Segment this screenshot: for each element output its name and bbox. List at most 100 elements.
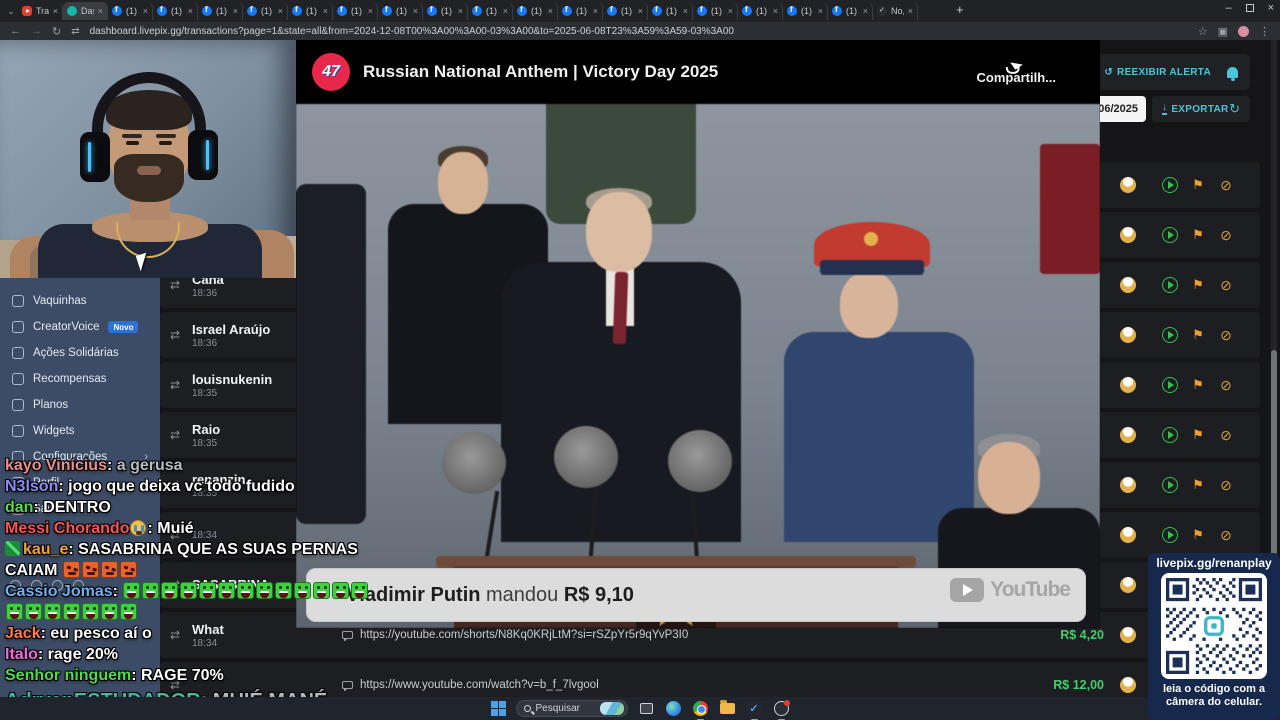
tip-coin-icon[interactable] — [1120, 227, 1136, 243]
block-icon[interactable]: ⊘ — [1218, 527, 1234, 543]
video-title[interactable]: Russian National Anthem | Victory Day 20… — [363, 62, 964, 82]
new-tab-button[interactable]: + — [956, 2, 964, 17]
bookmark-star-icon[interactable]: ☆ — [1198, 25, 1208, 38]
chrome-icon[interactable] — [692, 700, 709, 720]
replay-alert-icon[interactable] — [1162, 177, 1178, 193]
tab-close-icon[interactable]: × — [503, 6, 508, 16]
tip-coin-icon[interactable] — [1120, 277, 1136, 293]
profile-avatar[interactable] — [1238, 25, 1249, 37]
browser-tab[interactable]: (1) Sug × — [693, 2, 738, 20]
tab-close-icon[interactable]: × — [548, 6, 553, 16]
browser-tab[interactable]: (1) Sug × — [153, 2, 198, 20]
browser-tab[interactable]: (1) Sug × — [288, 2, 333, 20]
tip-coin-icon[interactable] — [1120, 177, 1136, 193]
tab-close-icon[interactable]: × — [863, 6, 868, 16]
youtube-video-player[interactable]: 47 Russian National Anthem | Victory Day… — [296, 40, 1100, 628]
tip-coin-icon[interactable] — [1120, 427, 1136, 443]
block-icon[interactable]: ⊘ — [1218, 327, 1234, 343]
forward-icon[interactable]: → — [31, 25, 42, 37]
browser-tab[interactable]: (1) Sug × — [828, 2, 873, 20]
bell-icon[interactable] — [1227, 66, 1238, 81]
browser-tab[interactable]: (1) Sug × — [783, 2, 828, 20]
maximize-button[interactable] — [1245, 4, 1254, 12]
pinned-app-icon[interactable]: ✓ — [746, 700, 763, 720]
browser-tab[interactable]: (1) Sug × — [468, 2, 513, 20]
tab-close-icon[interactable]: × — [188, 6, 193, 16]
replay-alert-icon[interactable] — [1162, 327, 1178, 343]
browser-tab[interactable]: (1) Sug × — [243, 2, 288, 20]
tip-coin-icon[interactable] — [1120, 627, 1136, 643]
browser-tab[interactable]: (1) Sug × — [333, 2, 378, 20]
flag-icon[interactable]: ⚑ — [1190, 227, 1206, 243]
block-icon[interactable]: ⊘ — [1218, 377, 1234, 393]
sidebar-item[interactable]: Planos — [0, 392, 160, 418]
browser-tab[interactable]: (1) Sug × — [423, 2, 468, 20]
tab-close-icon[interactable]: × — [98, 6, 103, 16]
replay-alert-icon[interactable] — [1162, 477, 1178, 493]
tab-close-icon[interactable]: × — [323, 6, 328, 16]
browser-tab[interactable]: (1) Sug × — [603, 2, 648, 20]
browser-menu-icon[interactable]: ⋮ — [1259, 25, 1270, 38]
sidebar-item[interactable]: Ações Solidárias — [0, 340, 160, 366]
tab-close-icon[interactable]: × — [458, 6, 463, 16]
url-text[interactable]: dashboard.livepix.gg/transactions?page=1… — [90, 26, 1188, 37]
refresh-icon[interactable]: ↻ — [1229, 101, 1240, 117]
flag-icon[interactable]: ⚑ — [1190, 427, 1206, 443]
transaction-link[interactable]: https://www.youtube.com/watch?v=b_f_7lvg… — [360, 679, 599, 691]
share-button[interactable]: Compartilh... — [977, 57, 1056, 85]
replay-alert-icon[interactable] — [1162, 377, 1178, 393]
flag-icon[interactable]: ⚑ — [1190, 377, 1206, 393]
tab-close-icon[interactable]: × — [683, 6, 688, 16]
tab-close-icon[interactable]: × — [233, 6, 238, 16]
tab-close-icon[interactable]: × — [773, 6, 778, 16]
flag-icon[interactable]: ⚑ — [1190, 477, 1206, 493]
tab-close-icon[interactable]: × — [413, 6, 418, 16]
back-icon[interactable]: ← — [10, 25, 21, 37]
tip-coin-icon[interactable] — [1120, 577, 1136, 593]
replay-alert-icon[interactable] — [1162, 227, 1178, 243]
tab-close-icon[interactable]: × — [143, 6, 148, 16]
browser-tab[interactable]: (1) Sug × — [198, 2, 243, 20]
tab-close-icon[interactable]: × — [368, 6, 373, 16]
browser-tab[interactable]: (1) Sug × — [738, 2, 783, 20]
file-explorer-icon[interactable] — [719, 700, 736, 717]
tab-close-icon[interactable]: × — [908, 6, 913, 16]
tab-close-icon[interactable]: × — [638, 6, 643, 16]
replay-alert-icon[interactable] — [1162, 427, 1178, 443]
minimize-button[interactable]: – — [1225, 2, 1231, 14]
browser-tab[interactable]: (1) Sug × — [648, 2, 693, 20]
flag-icon[interactable]: ⚑ — [1190, 327, 1206, 343]
sidebar-item[interactable]: CreatorVoice Novo — [0, 314, 160, 340]
task-view-button[interactable] — [638, 700, 655, 717]
tip-coin-icon[interactable] — [1120, 377, 1136, 393]
flag-icon[interactable]: ⚑ — [1190, 277, 1206, 293]
replay-alert-icon[interactable] — [1162, 277, 1178, 293]
tab-overflow-chevron-icon[interactable]: ⌄ — [4, 6, 18, 17]
browser-tab[interactable]: No, I'm × — [873, 2, 918, 20]
obs-icon[interactable] — [773, 700, 790, 720]
edge-icon[interactable] — [665, 700, 682, 717]
site-settings-icon[interactable]: ⇄ — [71, 26, 79, 37]
browser-tab[interactable]: (1) Sug × — [558, 2, 603, 20]
close-button[interactable]: × — [1268, 2, 1274, 14]
tip-coin-icon[interactable] — [1120, 477, 1136, 493]
block-icon[interactable]: ⊘ — [1218, 227, 1234, 243]
transaction-link[interactable]: https://youtube.com/shorts/N8Kq0KRjLtM?s… — [360, 629, 688, 641]
block-icon[interactable]: ⊘ — [1218, 427, 1234, 443]
browser-tab[interactable]: Dashbo × — [63, 2, 108, 20]
browser-tab[interactable]: (1) Sug × — [108, 2, 153, 20]
reload-icon[interactable]: ↻ — [52, 25, 61, 38]
sidebar-item[interactable]: Widgets — [0, 418, 160, 444]
channel-avatar[interactable]: 47 — [312, 53, 350, 91]
start-button[interactable] — [490, 701, 506, 716]
tab-close-icon[interactable]: × — [818, 6, 823, 16]
replay-alert-button[interactable]: ↺ REEXIBIR ALERTA — [1104, 67, 1211, 78]
tab-close-icon[interactable]: × — [53, 6, 58, 16]
flag-icon[interactable]: ⚑ — [1190, 527, 1206, 543]
tab-close-icon[interactable]: × — [593, 6, 598, 16]
tip-coin-icon[interactable] — [1120, 677, 1136, 693]
sidebar-item[interactable]: Vaquinhas — [0, 288, 160, 314]
browser-tab[interactable]: (1) Sug × — [378, 2, 423, 20]
block-icon[interactable]: ⊘ — [1218, 477, 1234, 493]
replay-alert-icon[interactable] — [1162, 527, 1178, 543]
